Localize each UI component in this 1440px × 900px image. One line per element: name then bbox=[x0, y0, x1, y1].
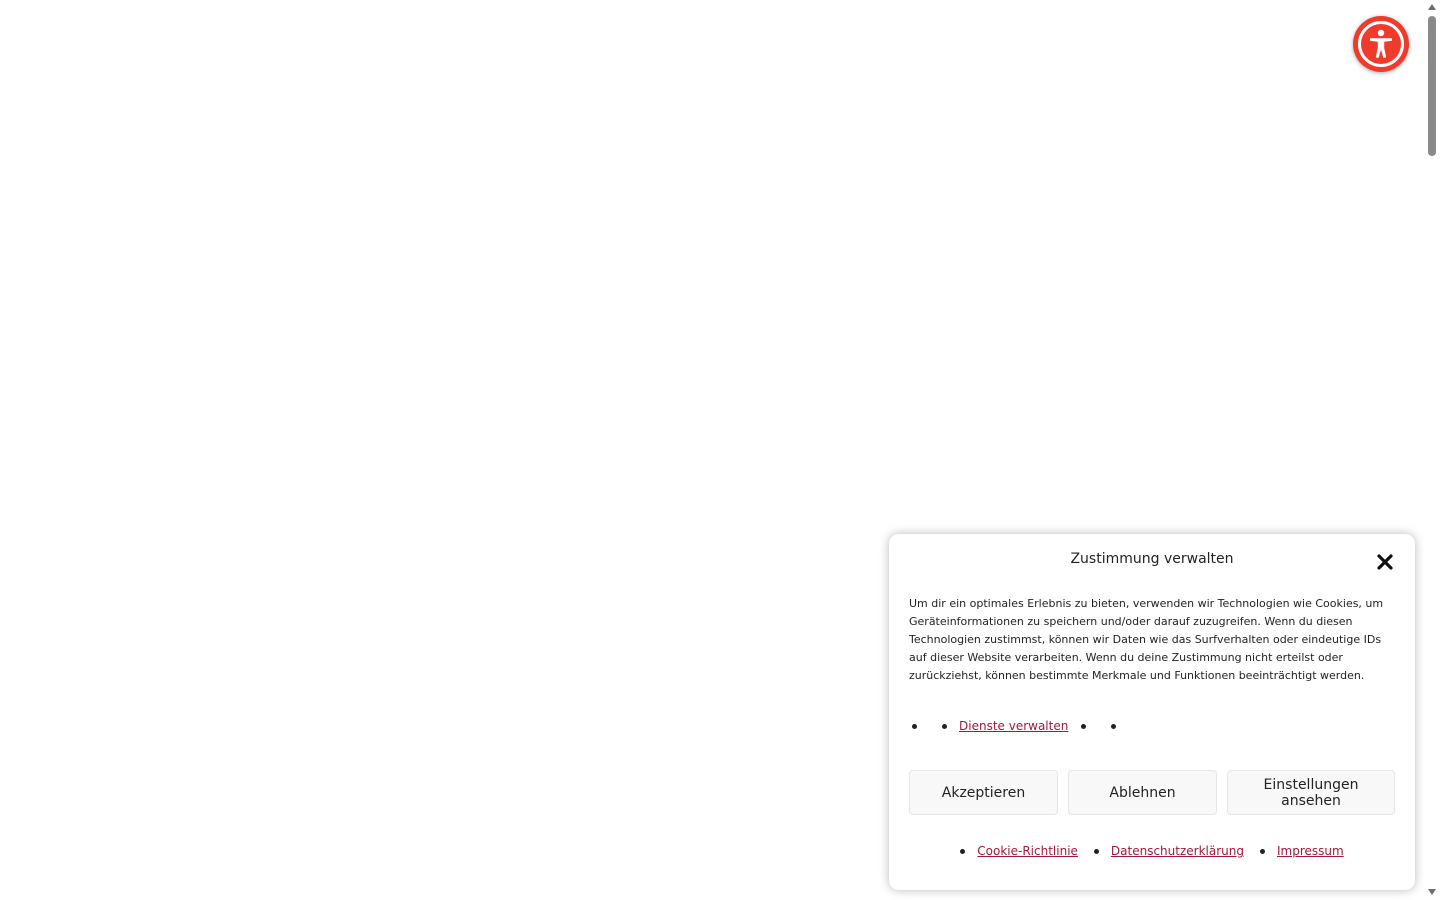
list-item: Impressum bbox=[1260, 844, 1344, 858]
list-bullet bbox=[1111, 723, 1117, 729]
scroll-up-icon[interactable] bbox=[1428, 4, 1436, 10]
list-bullet bbox=[912, 723, 917, 729]
scroll-down-icon[interactable] bbox=[1428, 889, 1436, 895]
close-icon[interactable] bbox=[1375, 552, 1395, 572]
manage-services-link[interactable]: Dienste verwalten bbox=[959, 719, 1068, 733]
accessibility-icon bbox=[1358, 21, 1404, 67]
deny-button[interactable]: Ablehnen bbox=[1068, 770, 1217, 815]
list-item: Cookie-Richtlinie bbox=[960, 844, 1078, 858]
cookie-policy-link[interactable]: Cookie-Richtlinie bbox=[977, 844, 1078, 858]
list-bullet bbox=[960, 848, 966, 854]
accept-button[interactable]: Akzeptieren bbox=[909, 770, 1058, 815]
page: Zustimmung verwalten Um dir ein optimale… bbox=[0, 0, 1440, 900]
privacy-policy-link[interactable]: Datenschutzerklärung bbox=[1111, 844, 1244, 858]
list-item: Datenschutzerklärung bbox=[1093, 844, 1244, 858]
consent-dialog: Zustimmung verwalten Um dir ein optimale… bbox=[889, 534, 1415, 890]
consent-links-row: Dienste verwalten bbox=[909, 718, 1117, 734]
view-preferences-button[interactable]: Einstellungen ansehen bbox=[1227, 770, 1395, 815]
page-scrollbar[interactable] bbox=[1425, 0, 1440, 900]
list-bullet bbox=[942, 723, 947, 729]
consent-title: Zustimmung verwalten bbox=[1070, 551, 1234, 567]
list-bullet bbox=[1260, 848, 1265, 854]
accessibility-button[interactable] bbox=[1353, 16, 1409, 72]
consent-buttons: Akzeptieren Ablehnen Einstellungen anseh… bbox=[909, 770, 1395, 815]
consent-footer-links: Cookie-Richtlinie Datenschutzerklärung I… bbox=[889, 843, 1415, 859]
list-bullet bbox=[1093, 848, 1099, 854]
imprint-link[interactable]: Impressum bbox=[1277, 844, 1344, 858]
list-bullet bbox=[1081, 723, 1087, 729]
consent-message: Um dir ein optimales Erlebnis zu bieten,… bbox=[909, 597, 1384, 682]
scrollbar-thumb[interactable] bbox=[1428, 16, 1436, 156]
